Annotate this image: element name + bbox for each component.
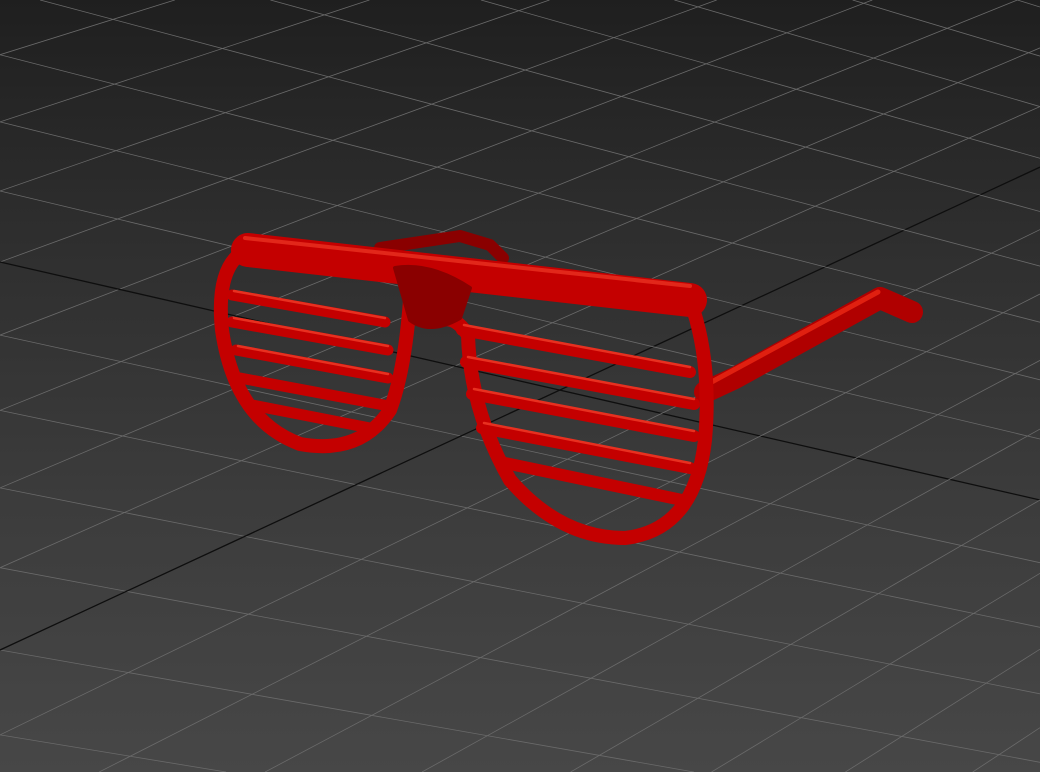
grid-line [0, 0, 717, 263]
grid-line [0, 0, 1018, 411]
grid-line [711, 572, 1040, 772]
home-grid [0, 0, 1040, 772]
grid-line [674, 0, 1040, 107]
grid-line [852, 0, 1040, 57]
grid-line [1017, 0, 1040, 8]
grid-line [845, 648, 1040, 772]
grid-line [0, 0, 175, 56]
grid-line [972, 727, 1040, 772]
grid-line [39, 0, 1040, 267]
grid-line [0, 734, 227, 772]
front-temple-highlight [705, 289, 881, 387]
viewport-canvas [0, 0, 1040, 772]
grid-line [0, 0, 370, 123]
3d-viewport[interactable] [0, 0, 1040, 772]
grid-line [0, 649, 694, 772]
grid-line [0, 567, 1040, 763]
front-temple [694, 287, 923, 403]
slat-highlights [232, 289, 696, 465]
grid-line [270, 0, 1040, 212]
